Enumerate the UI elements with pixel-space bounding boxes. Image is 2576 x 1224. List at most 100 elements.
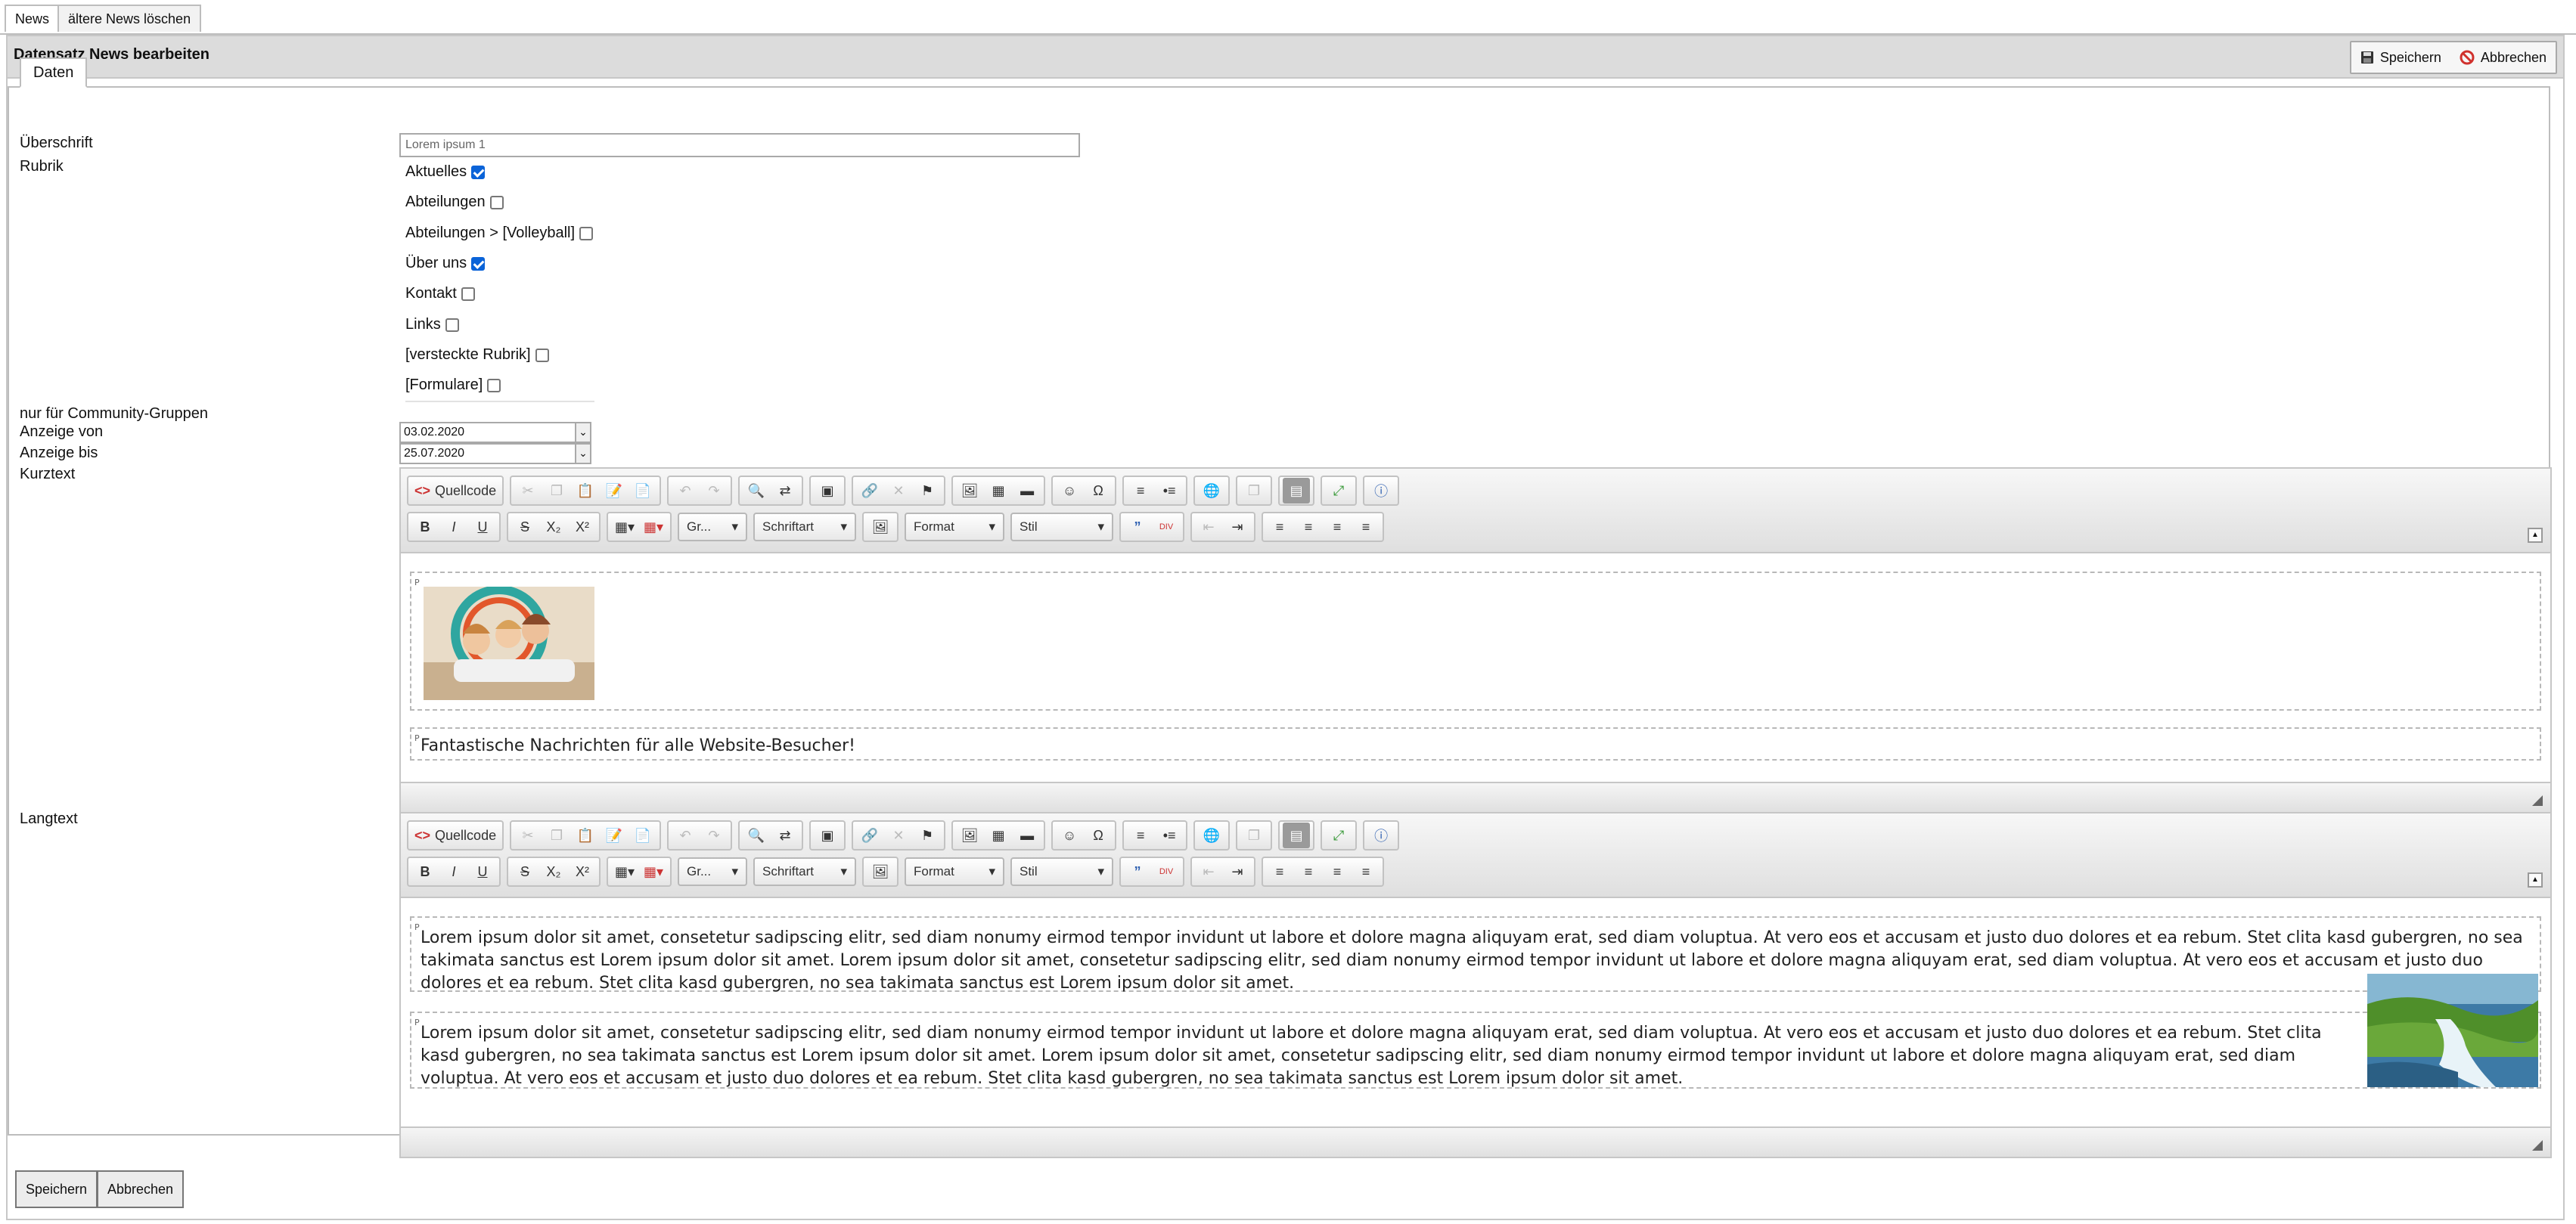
rubrik-item-aktuelles[interactable]: Aktuelles [405,163,486,181]
format-select[interactable]: Format ▾ [905,513,1004,541]
maximize-icon[interactable]: ⤢ [1325,478,1352,504]
undo-icon[interactable]: ↶ [672,823,699,848]
rubrik-checkbox[interactable] [471,256,486,271]
rubrik-checkbox[interactable] [487,378,501,392]
langtext-paragraph-2[interactable]: P Lorem ipsum dolor sit amet, consetetur… [410,1012,2541,1089]
text-color-icon[interactable]: ▦▾ [611,859,638,885]
show-blocks-icon[interactable]: ▤ [1283,478,1311,504]
font-family-select[interactable]: Schriftart ▾ [753,857,856,886]
source-button[interactable]: <> Quellcode [411,478,499,504]
smiley-icon[interactable]: ☺ [1056,478,1083,504]
rubrik-checkbox[interactable] [535,348,549,362]
cut-icon[interactable]: ✂ [514,823,542,848]
flash-image-icon[interactable]: 🖼 [867,514,894,540]
special-char-icon[interactable]: Ω [1085,823,1112,848]
outdent-icon[interactable]: ⇤ [1195,514,1222,540]
redo-icon[interactable]: ↷ [700,823,728,848]
globe-icon[interactable]: 🌐 [1198,478,1225,504]
copy-icon[interactable]: ❐ [543,823,570,848]
font-size-select[interactable]: Gr... ▾ [678,513,747,541]
paste-icon[interactable]: 📋 [572,823,599,848]
resize-handle-icon[interactable] [2532,1140,2543,1151]
show-blocks-icon[interactable]: ▤ [1283,823,1311,848]
blockquote-icon[interactable]: ” [1124,514,1151,540]
align-right-icon[interactable]: ≡ [1324,859,1351,885]
align-left-icon[interactable]: ≡ [1266,514,1293,540]
image-icon[interactable]: 🖼 [956,823,983,848]
replace-icon[interactable]: ⇄ [771,478,799,504]
anzeige-von-input[interactable]: 03.02.2020 ⌄ [399,422,591,443]
resize-handle-icon[interactable] [2532,795,2543,806]
unlink-icon[interactable]: ✕ [885,478,912,504]
info-icon[interactable]: ⓘ [1367,823,1395,848]
format-select[interactable]: Format ▾ [905,857,1004,886]
indent-icon[interactable]: ⇥ [1224,859,1251,885]
align-justify-icon[interactable]: ≡ [1352,859,1380,885]
rubrik-checkbox[interactable] [445,318,459,332]
blockquote-icon[interactable]: ” [1124,859,1151,885]
horizontal-rule-icon[interactable]: ▬ [1013,823,1041,848]
anzeige-bis-input[interactable]: 25.07.2020 ⌄ [399,443,591,464]
anchor-icon[interactable]: ⚑ [914,478,941,504]
align-left-icon[interactable]: ≡ [1266,859,1293,885]
underline-icon[interactable]: U [469,514,496,540]
align-justify-icon[interactable]: ≡ [1352,514,1380,540]
rubrik-checkbox[interactable] [471,165,486,179]
table-icon[interactable]: ▦ [985,478,1012,504]
rubrik-item-ueber-uns[interactable]: Über uns [405,255,486,272]
tab-news[interactable]: News [5,5,61,32]
info-icon[interactable]: ⓘ [1367,478,1395,504]
header-cancel-button[interactable]: Abbrechen [2450,42,2556,73]
rubrik-item-abteilungen[interactable]: Abteilungen [405,194,504,211]
font-family-select[interactable]: Schriftart ▾ [753,513,856,541]
bg-color-icon[interactable]: ▦▾ [640,514,667,540]
bold-icon[interactable]: B [411,859,439,885]
subscript-icon[interactable]: X₂ [540,859,567,885]
paste-word-icon[interactable]: 📄 [629,823,656,848]
langtext-paragraph-1[interactable]: P Lorem ipsum dolor sit amet, consetetur… [410,916,2541,993]
link-icon[interactable]: 🔗 [856,823,883,848]
ueberschrift-input[interactable] [399,133,1080,157]
strikethrough-icon[interactable]: S [511,514,538,540]
italic-icon[interactable]: I [440,859,467,885]
globe-icon[interactable]: 🌐 [1198,823,1225,848]
italic-icon[interactable]: I [440,514,467,540]
redo-icon[interactable]: ↷ [700,478,728,504]
table-icon[interactable]: ▦ [985,823,1012,848]
align-right-icon[interactable]: ≡ [1324,514,1351,540]
align-center-icon[interactable]: ≡ [1295,859,1322,885]
style-select[interactable]: Stil ▾ [1010,857,1113,886]
tab-old-news-delete[interactable]: ältere News löschen [57,5,202,32]
collapse-toolbar-icon[interactable]: ▲ [2528,872,2543,888]
bold-icon[interactable]: B [411,514,439,540]
indent-icon[interactable]: ⇥ [1224,514,1251,540]
rubrik-item-kontakt[interactable]: Kontakt [405,285,475,302]
templates-icon[interactable]: ❐ [1240,478,1268,504]
kurztext-text-paragraph[interactable]: P Fantastische Nachrichten für alle Webs… [410,727,2541,761]
paste-text-icon[interactable]: 📝 [601,478,628,504]
bidi-icon[interactable]: DIV [1153,514,1180,540]
rubrik-item-versteckt[interactable]: [versteckte Rubrik] [405,346,549,364]
select-all-icon[interactable]: ▣ [814,478,841,504]
flash-image-icon[interactable]: 🖼 [867,859,894,885]
bidi-icon[interactable]: DIV [1153,859,1180,885]
footer-cancel-button[interactable]: Abbrechen [97,1170,185,1208]
rubrik-item-links[interactable]: Links [405,316,459,333]
source-button[interactable]: <> Quellcode [411,823,499,848]
rubrik-item-formulare[interactable]: [Formulare] [405,376,501,394]
bullet-list-icon[interactable]: •≡ [1156,823,1183,848]
superscript-icon[interactable]: X² [569,514,596,540]
copy-icon[interactable]: ❐ [543,478,570,504]
maximize-icon[interactable]: ⤢ [1325,823,1352,848]
chevron-down-icon[interactable]: ⌄ [575,443,591,464]
special-char-icon[interactable]: Ω [1085,478,1112,504]
style-select[interactable]: Stil ▾ [1010,513,1113,541]
footer-save-button[interactable]: Speichern [15,1170,98,1208]
rubrik-item-volleyball[interactable]: Abteilungen > [Volleyball] [405,225,594,242]
templates-icon[interactable]: ❐ [1240,823,1268,848]
subscript-icon[interactable]: X₂ [540,514,567,540]
paste-word-icon[interactable]: 📄 [629,478,656,504]
horizontal-rule-icon[interactable]: ▬ [1013,478,1041,504]
strikethrough-icon[interactable]: S [511,859,538,885]
collapse-toolbar-icon[interactable]: ▲ [2528,528,2543,543]
